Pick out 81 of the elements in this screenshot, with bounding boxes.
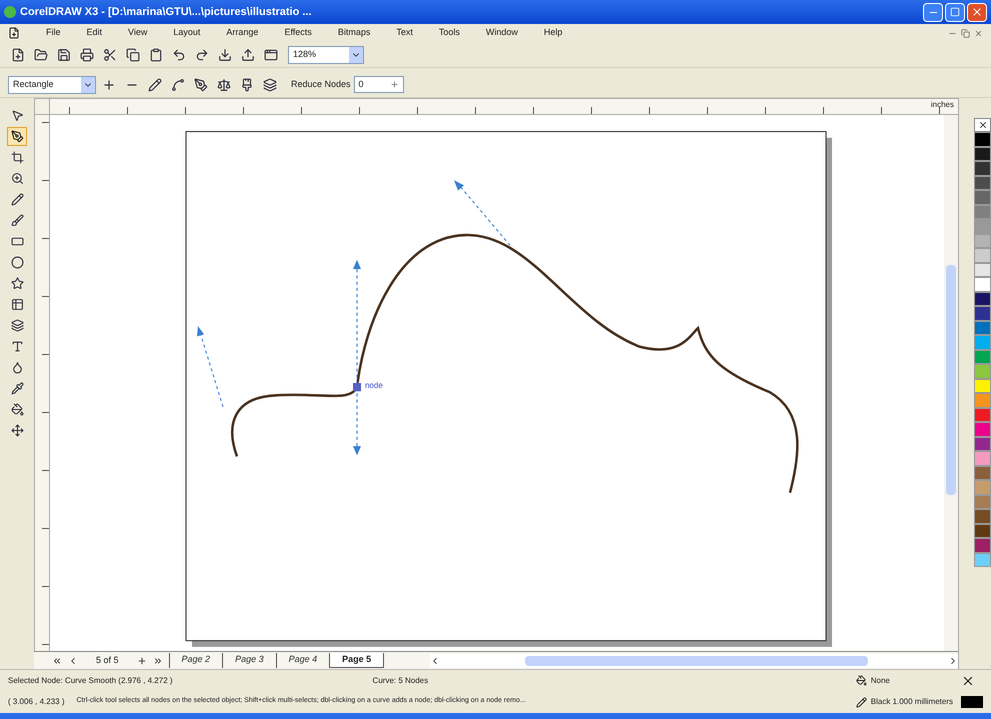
fill-status: None	[870, 674, 890, 687]
menu-item[interactable]: View	[128, 26, 148, 40]
outline-color-swatch	[961, 696, 983, 708]
selected-node[interactable]	[353, 383, 361, 392]
color-swatch[interactable]	[974, 538, 991, 552]
color-swatch[interactable]	[974, 161, 991, 176]
color-swatch[interactable]	[974, 422, 991, 436]
color-swatch[interactable]	[974, 378, 991, 393]
fill-icon	[856, 675, 867, 686]
color-swatch[interactable]	[974, 466, 991, 480]
color-swatch[interactable]	[974, 306, 991, 320]
color-swatch[interactable]	[974, 552, 991, 567]
color-swatch[interactable]	[974, 262, 991, 277]
color-swatch[interactable]	[974, 408, 991, 422]
color-swatch[interactable]	[974, 509, 991, 524]
ruler-unit: inches	[930, 99, 954, 111]
no-color-swatch[interactable]	[974, 118, 991, 132]
node-label: node	[365, 381, 383, 390]
menu-item[interactable]: Edit	[86, 26, 102, 40]
color-swatch[interactable]	[974, 248, 991, 262]
page-tab[interactable]: Page 2	[168, 653, 222, 668]
document-icon	[8, 27, 20, 39]
control-handle[interactable]	[454, 180, 510, 246]
menu-item[interactable]: Layout	[173, 26, 200, 40]
menu-item[interactable]: Window	[486, 26, 518, 40]
menu-item[interactable]: Bitmaps	[338, 26, 370, 40]
first-page-icon[interactable]	[52, 656, 62, 666]
last-page-icon[interactable]	[152, 656, 163, 666]
page-tab[interactable]: Page 5	[329, 653, 384, 668]
pen-nib-icon[interactable]	[7, 127, 27, 146]
color-swatch[interactable]	[974, 190, 991, 204]
color-swatch[interactable]	[974, 320, 991, 335]
color-swatch[interactable]	[974, 350, 991, 364]
page-tab[interactable]: Page 3	[222, 653, 276, 668]
close-icon[interactable]	[974, 28, 983, 38]
window-title: CorelDRAW X3 - [D:\marina\GTU\...\pictures\illustratio ...	[20, 4, 312, 20]
horizontal-scrollbar[interactable]	[430, 654, 958, 668]
color-swatch[interactable]	[974, 292, 991, 306]
color-swatch[interactable]	[974, 204, 991, 219]
close-button[interactable]	[967, 2, 987, 22]
restore-icon[interactable]	[961, 28, 970, 38]
reduce-nodes-label: Reduce Nodes	[291, 78, 351, 91]
menu-item[interactable]: File	[46, 26, 61, 40]
close-icon	[971, 6, 983, 18]
color-swatch[interactable]	[974, 494, 991, 509]
page-position: 5 of 5	[95, 654, 120, 667]
color-swatch[interactable]	[974, 436, 991, 451]
menu-item[interactable]: Text	[396, 26, 413, 40]
menu-item[interactable]: Help	[544, 26, 562, 40]
color-swatch[interactable]	[974, 146, 991, 161]
control-handle[interactable]	[353, 260, 361, 456]
maximize-button[interactable]	[945, 2, 965, 22]
color-swatch[interactable]	[974, 176, 991, 190]
spin-icon	[390, 80, 399, 89]
menu-item[interactable]: Tools	[438, 26, 460, 40]
maximize-icon	[950, 7, 960, 17]
add-page-icon[interactable]	[136, 656, 147, 666]
color-swatch[interactable]	[974, 524, 991, 538]
menu-item[interactable]: Effects	[284, 26, 312, 40]
menu-item[interactable]: Arrange	[226, 26, 258, 40]
outline-pen-icon	[856, 696, 867, 708]
color-swatch[interactable]	[974, 132, 991, 146]
color-swatch[interactable]	[974, 480, 991, 494]
outline-status: Black 1.000 millimeters	[870, 696, 953, 708]
cursor-coordinates: ( 3.006 , 4.233 )	[8, 696, 64, 708]
zoom-dropdown[interactable]: 128%	[288, 46, 364, 64]
selection-status: Selected Node: Curve Smooth (2.976 , 4.272 )	[8, 674, 173, 687]
color-swatch[interactable]	[974, 451, 991, 466]
color-swatch[interactable]	[974, 335, 991, 350]
color-swatch[interactable]	[974, 364, 991, 378]
color-swatch[interactable]	[974, 393, 991, 408]
object-status: Curve: 5 Nodes	[372, 674, 428, 687]
color-swatch[interactable]	[974, 234, 991, 248]
reduce-nodes-field[interactable]: 0	[354, 76, 404, 93]
app-icon	[4, 6, 16, 18]
control-handle[interactable]	[197, 326, 224, 407]
color-swatch[interactable]	[974, 277, 991, 292]
shape-dropdown[interactable]: Rectangle	[8, 76, 96, 94]
color-swatch[interactable]	[974, 219, 991, 234]
vertical-scrollbar[interactable]	[944, 115, 958, 651]
minimize-button[interactable]	[923, 2, 943, 22]
